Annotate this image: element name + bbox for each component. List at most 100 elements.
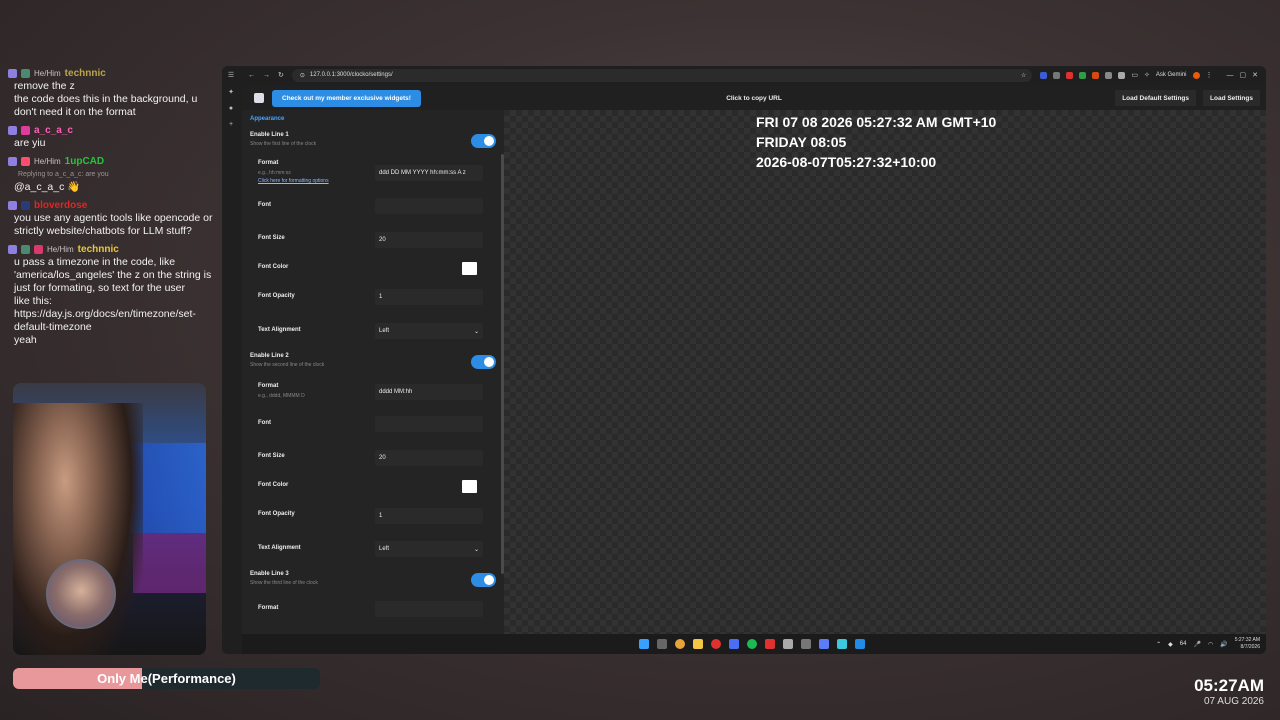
- chat-message-meta: a_c_a_c: [8, 123, 218, 137]
- line-2-align-select[interactable]: Left ⌄: [375, 541, 483, 557]
- file-explorer-icon[interactable]: [693, 639, 703, 649]
- load-default-settings-button[interactable]: Load Default Settings: [1115, 90, 1196, 106]
- app-icon[interactable]: ✦: [228, 88, 234, 96]
- minimize-icon[interactable]: —: [1227, 72, 1234, 79]
- line-2-font-input[interactable]: [375, 416, 483, 432]
- vscode-icon[interactable]: [855, 639, 865, 649]
- line-1-color-swatch[interactable]: [462, 262, 477, 275]
- chat-username[interactable]: bloverdose: [34, 199, 87, 212]
- line-2-format-input[interactable]: dddd MM:hh: [375, 384, 483, 400]
- format-hint: e.g., dddd, MMMM D: [258, 393, 305, 399]
- secondary-cam: [46, 559, 116, 629]
- split-icon[interactable]: ▭: [1131, 71, 1138, 79]
- chat-badge-icon: [21, 125, 30, 135]
- new-tab-icon[interactable]: +: [229, 121, 233, 128]
- extension-icon[interactable]: [1066, 71, 1074, 79]
- clock-preview: FRI 07 08 2026 05:27:32 AM GMT+10 FRIDAY…: [504, 110, 1266, 634]
- tray-time: 5:27:32 AM: [1234, 637, 1260, 643]
- app-icon[interactable]: [819, 639, 829, 649]
- app-icon[interactable]: [765, 639, 775, 649]
- chat-message: He/Him technnic remove the z the code does …: [8, 66, 218, 119]
- line-2-opacity-input[interactable]: 1: [375, 508, 483, 524]
- line-1-align-value: Left: [379, 328, 390, 334]
- chrome-icon[interactable]: [675, 639, 685, 649]
- maximize-icon[interactable]: ▢: [1240, 71, 1247, 79]
- extension-icon[interactable]: [1092, 71, 1100, 79]
- gemini-icon[interactable]: ✧: [1144, 71, 1150, 79]
- tray-clock[interactable]: 5:27:32 AM 8/7/2026: [1235, 637, 1260, 651]
- line-1-format-input[interactable]: ddd DD MM YYYY hh:mm:ss A z: [375, 165, 483, 181]
- site-info-icon[interactable]: ⊙: [300, 72, 305, 79]
- enable-line-2-hint: Show the second line of the clock: [250, 362, 325, 368]
- chat-username[interactable]: 1upCAD: [65, 155, 104, 168]
- chat-message-text: u pass a timezone in the code, like 'ame…: [14, 256, 212, 294]
- extension-icon[interactable]: [1079, 71, 1087, 79]
- font-opacity-label: Font Opacity: [258, 293, 295, 299]
- reload-icon[interactable]: ↻: [278, 71, 284, 79]
- line-1-size-input[interactable]: 20: [375, 232, 483, 248]
- font-label: Font: [258, 420, 271, 426]
- line-2-size-input[interactable]: 20: [375, 450, 483, 466]
- app-icon[interactable]: [783, 639, 793, 649]
- app-icon[interactable]: [711, 639, 721, 649]
- chevron-down-icon: ⌄: [473, 328, 479, 335]
- enable-line-2-label: Enable Line 2: [250, 353, 289, 359]
- dot-icon[interactable]: ●: [229, 105, 233, 112]
- extension-icon[interactable]: [1040, 71, 1048, 79]
- load-settings-button[interactable]: Load Settings: [1203, 90, 1260, 106]
- spotify-icon[interactable]: [747, 639, 757, 649]
- performance-bar: Only Me (Performance): [13, 668, 320, 689]
- close-icon[interactable]: ✕: [1252, 71, 1258, 79]
- bookmark-star-icon[interactable]: ☆: [1021, 72, 1026, 79]
- ask-gemini-button[interactable]: Ask Gemini: [1156, 72, 1187, 78]
- start-icon[interactable]: [639, 639, 649, 649]
- line-1-align-select[interactable]: Left ⌄: [375, 323, 483, 339]
- browser-window: ☰ ✦ ● + ← → ↻ ⊙ 127.0.0.1:3000/clocko/se…: [222, 66, 1266, 654]
- chat-username[interactable]: technnic: [65, 67, 106, 80]
- chevron-up-icon[interactable]: ⌃: [1156, 641, 1161, 648]
- menu-kebab-icon[interactable]: ⋮: [1206, 71, 1213, 79]
- line-1-font-input[interactable]: [375, 198, 483, 214]
- search-icon[interactable]: [657, 639, 667, 649]
- tabs-icon[interactable]: ☰: [228, 71, 234, 79]
- extensions-puzzle-icon[interactable]: [1118, 71, 1126, 79]
- enable-line-3-toggle[interactable]: [471, 573, 496, 587]
- wifi-icon[interactable]: ◠: [1208, 641, 1213, 648]
- chat-badge-icon: [8, 68, 17, 78]
- line-2-color-swatch[interactable]: [462, 480, 477, 493]
- chat-message-meta: He/Him 1upCAD: [8, 154, 218, 168]
- chat-message-text: are yiu: [14, 137, 46, 149]
- member-widgets-button[interactable]: Check out my member exclusive widgets!: [272, 89, 421, 107]
- chat-message: He/Him 1upCAD Replying to a_c_a_c: are you…: [8, 154, 218, 194]
- format-hint: e.g., hh:mm:ss: [258, 170, 291, 176]
- extension-icon[interactable]: [1105, 71, 1113, 79]
- chat-username[interactable]: technnic: [78, 243, 119, 256]
- enable-line-2-toggle[interactable]: [471, 355, 496, 369]
- app-icon[interactable]: [729, 639, 739, 649]
- chat-badge-icon: [21, 244, 30, 254]
- enable-line-2: Enable Line 2 Show the second line of th…: [250, 353, 496, 373]
- chat-message-text: @a_c_a_c 👋: [14, 181, 81, 193]
- volume-icon[interactable]: 🔊: [1220, 641, 1227, 648]
- line-3-format-input[interactable]: [375, 601, 483, 617]
- tray-app-icon[interactable]: ◆: [1168, 641, 1173, 648]
- address-bar[interactable]: ⊙ 127.0.0.1:3000/clocko/settings/ ☆: [291, 68, 1033, 82]
- forward-icon[interactable]: →: [263, 72, 270, 79]
- extension-icon[interactable]: [1053, 71, 1061, 79]
- chat-message: He/Him technnic u pass a timezone in the c…: [8, 242, 218, 347]
- app-icon[interactable]: [801, 639, 811, 649]
- formatting-options-link[interactable]: Click here for formatting options: [258, 178, 329, 184]
- enable-line-1-toggle[interactable]: [471, 134, 496, 148]
- chat-username[interactable]: a_c_a_c: [34, 124, 73, 137]
- preview-line-2: FRIDAY 08:05: [756, 134, 847, 150]
- app-icon[interactable]: [837, 639, 847, 649]
- back-icon[interactable]: ←: [248, 72, 255, 79]
- browser-sidebar: ☰ ✦ ● +: [222, 66, 240, 654]
- page-topbar: Check out my member exclusive widgets! C…: [242, 86, 1266, 110]
- chat-badge-icon: [21, 156, 30, 166]
- webcam-feed: [13, 383, 206, 655]
- mic-icon[interactable]: 🎤: [1193, 641, 1200, 648]
- url-text: 127.0.0.1:3000/clocko/settings/: [309, 72, 393, 78]
- line-1-opacity-input[interactable]: 1: [375, 289, 483, 305]
- profile-avatar[interactable]: [1192, 71, 1200, 79]
